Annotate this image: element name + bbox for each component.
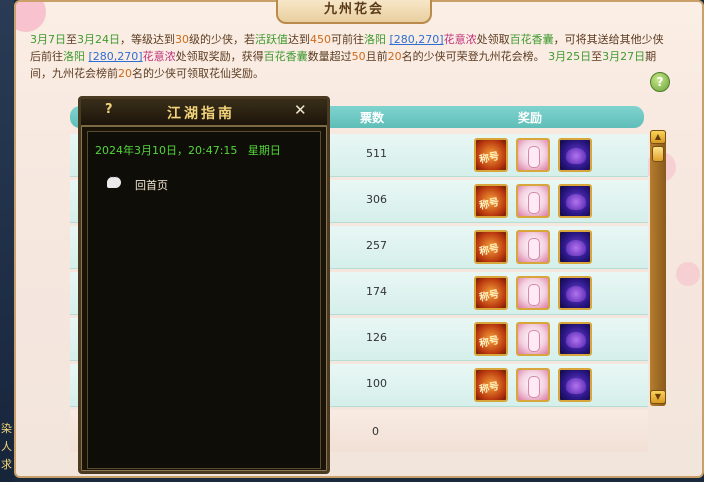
coord-link[interactable]: [280,270] [390,33,444,46]
strip-char-2: 人 [1,440,12,453]
guide-titlebar: ? 江湖指南 ✕ [81,99,327,127]
butterfly-wings-reward-icon[interactable] [558,230,592,264]
butterfly-wings-reward-icon[interactable] [558,368,592,402]
scrollbar-thumb[interactable] [652,146,664,162]
column-header-count: 票数 [360,111,385,125]
fairy-costume-reward-icon[interactable] [516,368,550,402]
event-description: 3月7日至3月24日，等级达到30级的少侠，若活跃值达到450可前往洛阳 [28… [30,33,664,80]
blossom-decoration [16,2,46,32]
vote-count: 511 [366,147,387,160]
butterfly-wings-reward-icon[interactable] [558,322,592,356]
butterfly-wings-reward-icon[interactable] [558,184,592,218]
butterfly-wings-reward-icon[interactable] [558,276,592,310]
fairy-costume-reward-icon[interactable] [516,230,550,264]
title-reward-icon[interactable]: 称号 [474,322,508,356]
fairy-costume-reward-icon[interactable] [516,322,550,356]
title-reward-icon[interactable]: 称号 [474,368,508,402]
fairy-costume-reward-icon[interactable] [516,138,550,172]
title-reward-icon[interactable]: 称号 [474,138,508,172]
own-vote-count: 0 [372,425,379,438]
fairy-costume-reward-icon[interactable] [516,276,550,310]
guide-help-icon[interactable]: ? [105,102,113,117]
scroll-up-button[interactable]: ▲ [650,130,666,144]
jianghu-guide-panel: ? 江湖指南 ✕ 2024年3月10日，20:47:15 星期日 回首页 [78,96,330,474]
vote-count: 174 [366,285,387,298]
left-edge-strip: 染 人 求 [0,0,14,482]
speech-bubble-icon [107,173,121,188]
window-title: 九州花会 [276,0,432,24]
close-icon[interactable]: ✕ [294,101,307,119]
strip-char-3: 求 [1,458,12,471]
fairy-costume-reward-icon[interactable] [516,184,550,218]
coord-link[interactable]: [280,270] [89,50,143,63]
guide-title: 江湖指南 [167,106,235,122]
scroll-down-button[interactable]: ▼ [650,390,666,404]
butterfly-wings-reward-icon[interactable] [558,138,592,172]
title-reward-icon[interactable]: 称号 [474,184,508,218]
guide-content [87,131,321,469]
vote-count: 306 [366,193,387,206]
strip-char-1: 染 [1,422,12,435]
vote-count: 100 [366,377,387,390]
blossom-decoration [676,262,700,286]
column-header-reward: 奖励 [518,111,543,125]
title-reward-icon[interactable]: 称号 [474,276,508,310]
vote-count: 126 [366,331,387,344]
home-link[interactable]: 回首页 [135,177,168,193]
vote-count: 257 [366,239,387,252]
guide-datetime: 2024年3月10日，20:47:15 星期日 [95,144,281,157]
title-reward-icon[interactable]: 称号 [474,230,508,264]
scrollbar-track[interactable] [650,130,666,406]
help-button[interactable]: ? [650,72,670,92]
